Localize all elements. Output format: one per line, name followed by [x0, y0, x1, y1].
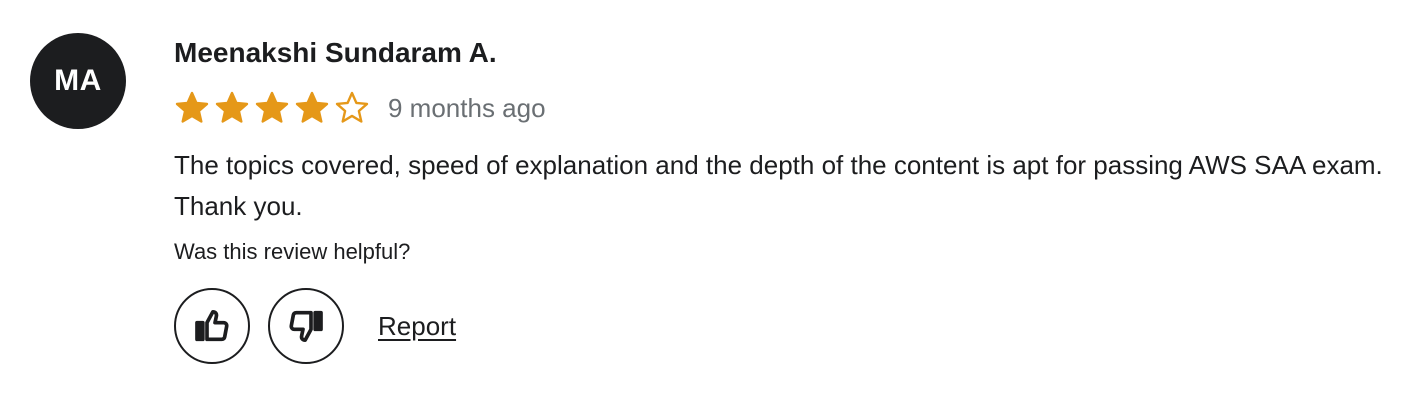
review-actions: Report	[174, 288, 456, 364]
avatar-initials: MA	[54, 64, 102, 97]
avatar: MA	[30, 33, 126, 129]
star-icon	[215, 91, 249, 123]
thumbs-down-icon	[289, 310, 323, 342]
helpful-prompt: Was this review helpful?	[174, 239, 411, 264]
thumbs-up-icon	[195, 310, 229, 342]
star-icon	[295, 91, 329, 123]
thumbs-up-button[interactable]	[174, 288, 250, 364]
report-link[interactable]: Report	[378, 311, 456, 342]
review-time: 9 months ago	[388, 92, 546, 123]
star-rating	[174, 90, 370, 126]
thumbs-down-button[interactable]	[268, 288, 344, 364]
star-outline-icon	[335, 91, 369, 123]
review-text: The topics covered, speed of explanation…	[174, 150, 1383, 221]
rating-row: 9 months ago	[174, 88, 546, 128]
star-icon	[175, 91, 209, 123]
reviewer-name: Meenakshi Sundaram A.	[174, 37, 497, 68]
star-icon	[255, 91, 289, 123]
